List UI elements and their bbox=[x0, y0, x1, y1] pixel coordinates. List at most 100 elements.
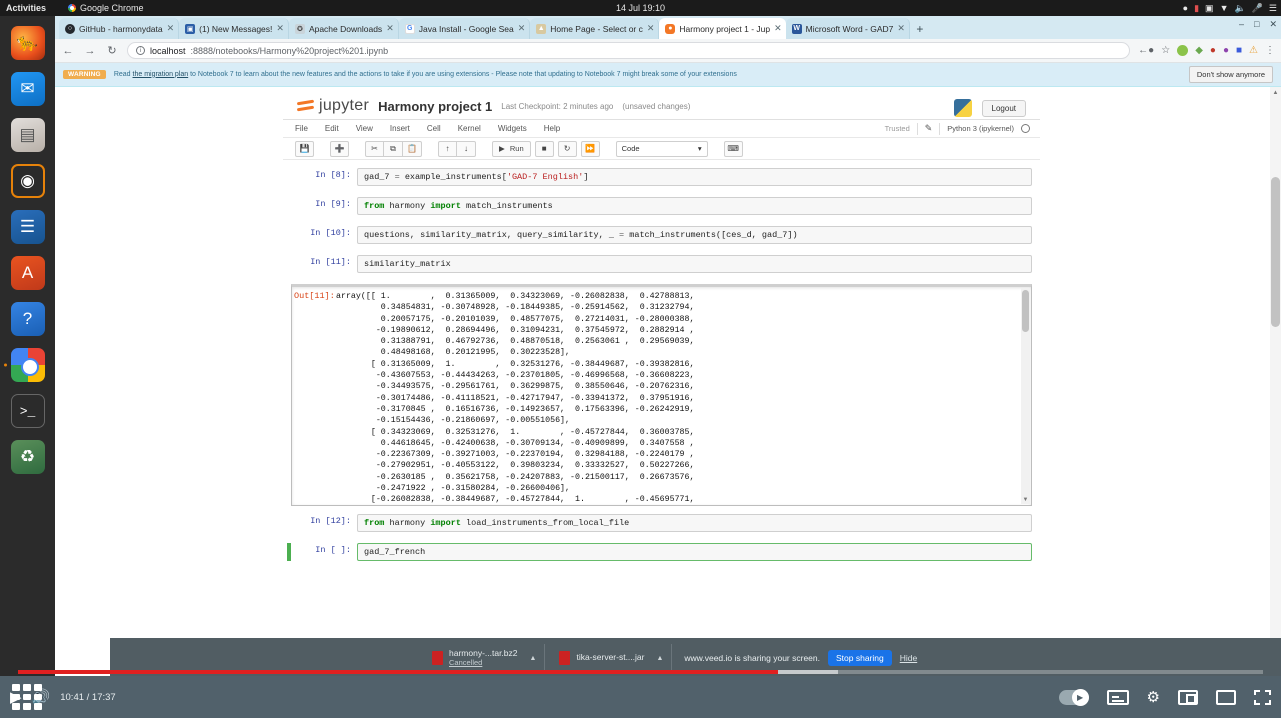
restart-and-run-all-button[interactable]: ⏩ bbox=[580, 140, 600, 157]
profile-icon[interactable]: ● bbox=[1223, 45, 1229, 56]
caret-down-icon[interactable]: ▼ bbox=[1220, 3, 1229, 13]
download-item-harmony[interactable]: harmony-...tar.bz2 Cancelled ▲ bbox=[424, 644, 546, 672]
edit-pencil-icon[interactable]: ✎ bbox=[925, 123, 933, 134]
address-bar[interactable]: i localhost :8888/notebooks/Harmony%20pr… bbox=[127, 42, 1131, 59]
menu-help[interactable]: Help bbox=[544, 124, 560, 133]
menu-insert[interactable]: Insert bbox=[390, 124, 410, 133]
tab-close-icon[interactable]: ✕ bbox=[774, 23, 782, 34]
code-cell[interactable]: In [8]: gad_7 = example_instruments['GAD… bbox=[291, 168, 1032, 186]
download-item-tika[interactable]: tika-server-st....jar ▲ bbox=[551, 644, 673, 672]
battery-icon[interactable]: ▮ bbox=[1194, 3, 1199, 13]
system-clock[interactable]: 14 Jul 19:10 bbox=[616, 3, 665, 13]
cell-input-active[interactable]: gad_7_french bbox=[357, 543, 1032, 561]
back-button[interactable]: ← bbox=[61, 45, 75, 57]
chrome-menu-icon[interactable]: ⋮ bbox=[1265, 45, 1275, 56]
sidebar-icon[interactable]: ■ bbox=[1236, 45, 1242, 56]
dock-item-files[interactable]: ▤ bbox=[10, 118, 45, 152]
save-button[interactable]: 💾 bbox=[295, 140, 314, 157]
dock-item-trash[interactable]: ♻ bbox=[10, 440, 45, 474]
code-cell[interactable]: In [11]: similarity_matrix bbox=[291, 255, 1032, 273]
code-cell[interactable]: In [12]: from harmony import load_instru… bbox=[291, 514, 1032, 532]
dock-item-help[interactable]: ? bbox=[10, 302, 45, 336]
dock-item-firefox[interactable]: 🐆 bbox=[10, 26, 45, 60]
page-scrollbar[interactable]: ▲ ▼ bbox=[1270, 87, 1281, 677]
logout-button[interactable]: Logout bbox=[981, 99, 1026, 117]
move-cell-down-button[interactable]: ↓ bbox=[457, 140, 476, 157]
reload-button[interactable]: ↻ bbox=[105, 44, 119, 57]
cut-cell-button[interactable]: ✂ bbox=[365, 140, 384, 157]
network-icon[interactable]: ☰ bbox=[1269, 3, 1277, 13]
menu-edit[interactable]: Edit bbox=[325, 124, 339, 133]
menu-view[interactable]: View bbox=[356, 124, 373, 133]
run-button[interactable]: ▶ Run bbox=[492, 140, 531, 157]
page-scrollbar-thumb[interactable] bbox=[1271, 177, 1280, 327]
show-applications-button[interactable] bbox=[12, 684, 42, 710]
scroll-down-icon[interactable]: ▼ bbox=[1021, 495, 1030, 504]
browser-tab-microsoft-word[interactable]: W Microsoft Word - GAD7 ✕ bbox=[785, 18, 910, 39]
code-cell-selected[interactable]: In [ ]: gad_7_french bbox=[287, 543, 1032, 561]
dock-item-rhythmbox[interactable]: ◉ bbox=[10, 164, 45, 198]
ibus-icon[interactable]: ● bbox=[1183, 3, 1188, 13]
notebook-title[interactable]: Harmony project 1 bbox=[378, 99, 492, 114]
activities-button[interactable]: Activities bbox=[6, 3, 46, 13]
maximize-button[interactable]: □ bbox=[1254, 19, 1259, 30]
tab-close-icon[interactable]: ✕ bbox=[276, 23, 284, 34]
volume-icon[interactable]: 🔈 bbox=[1234, 3, 1245, 13]
dropbox-extension-icon[interactable]: ● bbox=[1210, 45, 1216, 56]
browser-tab-home-page[interactable]: ▲ Home Page - Select or c ✕ bbox=[530, 18, 660, 39]
cell-input[interactable]: questions, similarity_matrix, query_simi… bbox=[357, 226, 1032, 244]
menu-widgets[interactable]: Widgets bbox=[498, 124, 527, 133]
tab-close-icon[interactable]: ✕ bbox=[386, 23, 394, 34]
cell-input[interactable]: similarity_matrix bbox=[357, 255, 1032, 273]
code-cell[interactable]: In [9]: from harmony import match_instru… bbox=[291, 197, 1032, 215]
bookmark-star-icon[interactable]: ☆ bbox=[1161, 45, 1170, 56]
menu-cell[interactable]: Cell bbox=[427, 124, 441, 133]
download-status[interactable]: Cancelled bbox=[449, 658, 518, 668]
autoplay-toggle[interactable]: ▶ bbox=[1058, 688, 1089, 706]
scrollbar-thumb[interactable] bbox=[1022, 290, 1029, 332]
dont-show-anymore-button[interactable]: Don't show anymore bbox=[1188, 66, 1273, 83]
jupyter-logo[interactable]: jupyter bbox=[296, 97, 369, 115]
move-cell-up-button[interactable]: ↑ bbox=[438, 140, 457, 157]
site-info-icon[interactable]: i bbox=[136, 46, 145, 55]
page-scroll-up-icon[interactable]: ▲ bbox=[1270, 87, 1281, 98]
mic-icon[interactable]: 🎤 bbox=[1252, 3, 1263, 13]
browser-tab-github[interactable]: ○ GitHub - harmonydata ✕ bbox=[59, 18, 180, 39]
dock-item-ubuntu-software[interactable]: A bbox=[10, 256, 45, 290]
cell-input[interactable]: gad_7 = example_instruments['GAD-7 Engli… bbox=[357, 168, 1032, 186]
hide-notification-link[interactable]: Hide bbox=[900, 653, 917, 663]
new-tab-button[interactable]: + bbox=[910, 22, 930, 39]
dock-item-google-chrome[interactable] bbox=[3, 348, 45, 382]
tab-close-icon[interactable]: ✕ bbox=[518, 23, 526, 34]
command-palette-button[interactable]: ⌨ bbox=[723, 140, 743, 157]
browser-tab-java-install-search[interactable]: G Java Install - Google Sea ✕ bbox=[398, 18, 531, 39]
paste-cell-button[interactable]: 📋 bbox=[403, 140, 422, 157]
code-cell[interactable]: In [10]: questions, similarity_matrix, q… bbox=[291, 226, 1032, 244]
stop-sharing-button[interactable]: Stop sharing bbox=[828, 650, 892, 666]
browser-tab-apache-downloads[interactable]: ✪ Apache Downloads ✕ bbox=[288, 18, 399, 39]
minimize-button[interactable]: – bbox=[1239, 19, 1244, 30]
restart-kernel-button[interactable]: ↻ bbox=[557, 140, 577, 157]
dropbox-icon[interactable]: ▣ bbox=[1205, 3, 1214, 13]
close-button[interactable]: ✕ bbox=[1269, 19, 1277, 30]
chevron-up-icon[interactable]: ▲ bbox=[530, 655, 537, 662]
theater-mode-icon[interactable] bbox=[1216, 689, 1236, 705]
browser-tab-new-messages[interactable]: ▣ (1) New Messages! ✕ bbox=[179, 18, 289, 39]
subtitles-icon[interactable] bbox=[1106, 689, 1129, 705]
migration-plan-link[interactable]: the migration plan bbox=[133, 71, 189, 78]
tab-close-icon[interactable]: ✕ bbox=[167, 23, 175, 34]
menu-kernel[interactable]: Kernel bbox=[458, 124, 481, 133]
insert-cell-button[interactable]: ➕ bbox=[330, 140, 349, 157]
active-app-indicator[interactable]: Google Chrome bbox=[68, 3, 144, 13]
interrupt-kernel-button[interactable]: ■ bbox=[534, 140, 554, 157]
dock-item-thunderbird[interactable]: ✉ bbox=[10, 72, 45, 106]
dock-item-terminal[interactable]: >_ bbox=[10, 394, 45, 428]
cell-input[interactable]: from harmony import load_instruments_fro… bbox=[357, 514, 1032, 532]
settings-gear-icon[interactable]: ⚙ bbox=[1147, 688, 1160, 706]
dock-item-libreoffice[interactable]: ☰ bbox=[10, 210, 45, 244]
tab-close-icon[interactable]: ✕ bbox=[647, 23, 655, 34]
video-progress-bar[interactable] bbox=[18, 670, 1263, 674]
copy-cell-button[interactable]: ⧉ bbox=[384, 140, 403, 157]
menu-file[interactable]: File bbox=[295, 124, 308, 133]
miniplayer-icon[interactable] bbox=[1178, 689, 1198, 705]
